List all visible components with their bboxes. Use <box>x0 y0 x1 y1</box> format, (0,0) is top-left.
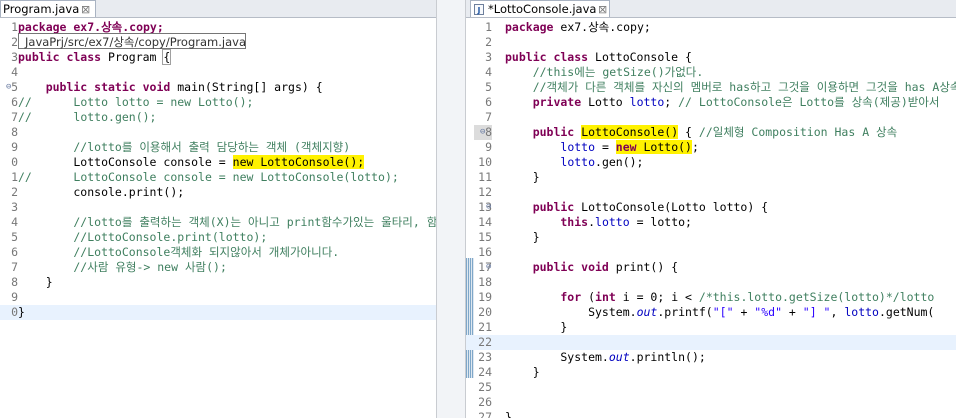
tab-lottoconsole-label: *LottoConsole.java <box>488 2 597 16</box>
code-line: 3 public class LottoConsole { <box>485 50 692 64</box>
code-line: 17 ⊖ public void print() { <box>478 260 679 275</box>
current-line: 0} <box>0 305 436 320</box>
code-line: 11 } <box>478 170 540 184</box>
highlight: new LottoConsole() <box>232 155 358 169</box>
file-path-tooltip: JavaPrj/src/ex7/상속/copy/Program.java <box>18 33 246 49</box>
code-line: 21 } <box>478 320 568 334</box>
code-line: 8 ⊖ public LottoConsole() { //일체형 Composi… <box>466 125 956 140</box>
code-line: 1// LottoConsole console = new LottoCons… <box>11 170 399 184</box>
code-line: 18 <box>478 275 492 289</box>
code-line: 27} <box>478 410 512 418</box>
highlight: new <box>615 140 637 154</box>
code-line: 9 //lotto를 이용해서 출력 담당하는 객체 (객체지향) <box>11 140 351 154</box>
editor-divider[interactable] <box>436 0 466 418</box>
code-line: 4 //this에는 getSize()가없다. <box>485 65 704 79</box>
code-line: 2 console.print(); <box>11 185 185 199</box>
code-line: 16 <box>478 245 492 259</box>
code-line: 13 ⊖ public LottoConsole(Lotto lotto) { <box>478 200 769 215</box>
tab-program-java-label: Program.java <box>3 2 80 16</box>
code-line: 5 //객체가 다른 객체를 자신의 멤버로 has하고 그것을 이용하면 그것… <box>485 80 956 94</box>
code-line: 6 //LottoConsole객체화 되지않아서 개체가아니다. <box>11 245 340 259</box>
java-file-icon: J <box>474 4 484 15</box>
program-editor-pane: Program.java ⊠ 1 package ex7.상속.copy; 2 3… <box>0 0 436 418</box>
lottoconsole-code-area[interactable]: 1 package ex7.상속.copy; 2 3 public class Lo… <box>466 18 956 418</box>
code-line: 20 System.out.printf("[" + "%d" + "] ", … <box>478 305 935 319</box>
code-line: 2 <box>485 35 492 49</box>
current-line: 22 <box>466 335 956 350</box>
code-line: 25 <box>478 380 492 394</box>
right-tab-bar: J *LottoConsole.java ⊠ <box>466 0 956 18</box>
code-line: 3 <box>11 200 18 214</box>
code-line: 12 <box>478 185 492 199</box>
code-line: 0 LottoConsole console = new LottoConsol… <box>11 155 365 169</box>
program-code-area[interactable]: 1 package ex7.상속.copy; 2 3 public class Pr… <box>0 18 436 418</box>
code-line: 26 <box>478 395 492 409</box>
code-line: 5 ⊖ public static void main(String[] args… <box>6 80 323 95</box>
code-line: 4 <box>11 65 18 79</box>
code-line: 3 public class Program { <box>11 49 172 65</box>
code-line: 15 } <box>478 230 540 244</box>
code-line: 6 private Lotto lotto; // LottoConsole은 … <box>485 95 940 109</box>
code-line: 8 } <box>11 275 53 289</box>
code-line: 9 lotto = new Lotto(); <box>485 140 699 154</box>
code-line: 7 <box>485 110 492 124</box>
code-line: 9 <box>11 290 18 304</box>
close-icon[interactable]: ⊠ <box>81 1 90 18</box>
fold-icon[interactable]: ⊖ <box>480 125 485 140</box>
code-line: 5 //LottoConsole.print(lotto); <box>11 230 268 244</box>
code-line: 8 <box>11 125 18 139</box>
code-line: 10 lotto.gen(); <box>478 155 644 169</box>
highlight: LottoConsole() <box>581 125 679 139</box>
close-icon[interactable]: ⊠ <box>598 1 607 18</box>
fold-icon[interactable]: ⊖ <box>486 260 491 275</box>
lottoconsole-editor-pane: J *LottoConsole.java ⊠ 1 package ex7.상속.c… <box>466 0 956 418</box>
fold-icon[interactable]: ⊖ <box>486 200 491 215</box>
tab-lottoconsole-java[interactable]: J *LottoConsole.java ⊠ <box>470 0 610 17</box>
code-line: 14 this.lotto = lotto; <box>478 215 692 229</box>
code-line: 19 for (int i = 0; i < /*this.lotto.getS… <box>478 290 935 304</box>
code-line: 1 package ex7.상속.copy; <box>485 20 651 34</box>
left-tab-bar: Program.java ⊠ <box>0 0 436 18</box>
code-line: 24 } <box>478 365 540 379</box>
tab-program-java[interactable]: Program.java ⊠ <box>0 0 96 17</box>
code-line: 23 System.out.println(); <box>478 350 706 364</box>
code-line: 7 //사람 유형-> new 사람(); <box>11 260 227 274</box>
code-line: 6// Lotto lotto = new Lotto(); <box>11 95 254 109</box>
code-line: 7// lotto.gen(); <box>11 110 157 124</box>
fold-icon[interactable]: ⊖ <box>6 80 11 95</box>
code-line: 4 //lotto를 출력하는 객체(X)는 아니고 print함수가있는 울타… <box>11 215 436 229</box>
